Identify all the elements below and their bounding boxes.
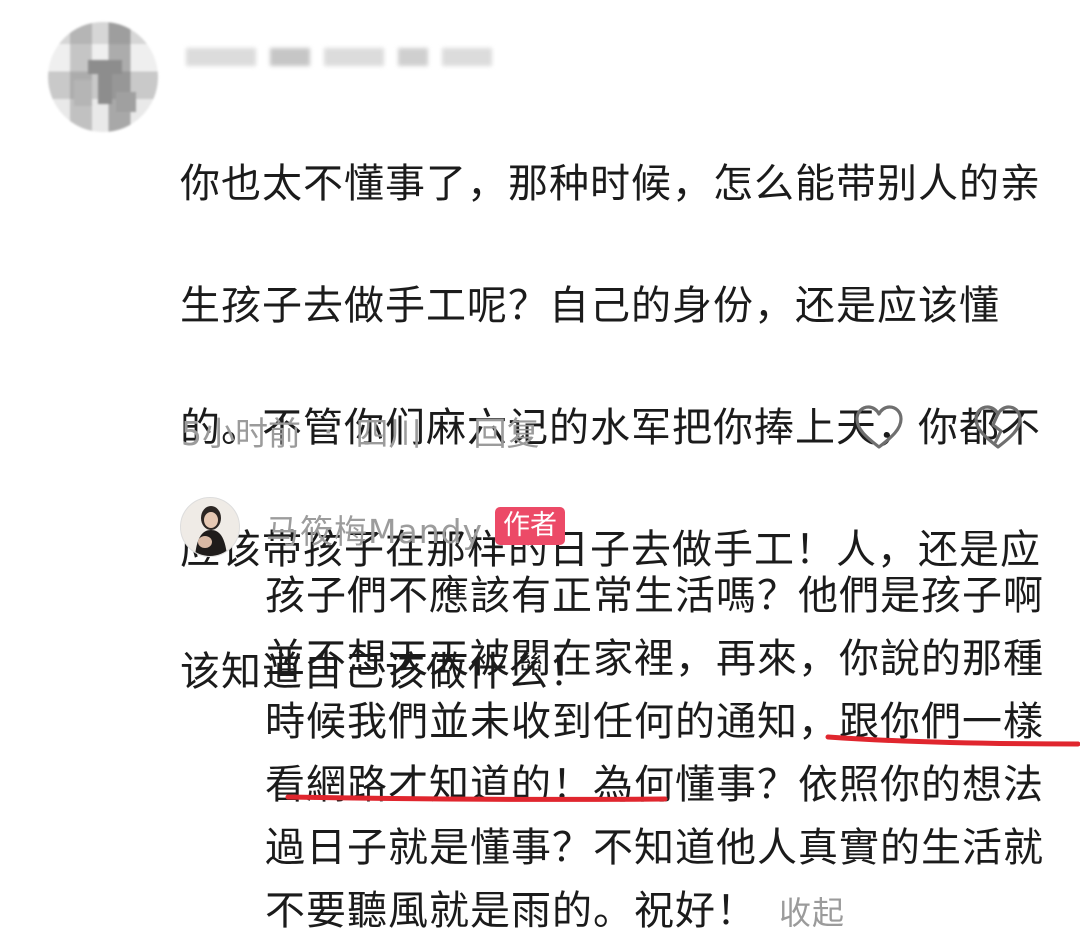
reply-line: 孩子們不應該有正常生活嗎？他們是孩子啊	[265, 573, 1044, 619]
reply-line-last: 不要聽風就是雨的。祝好！ 收起	[265, 880, 1065, 929]
author-avatar[interactable]	[180, 497, 240, 557]
reply-line: 時候我們並未收到任何的通知，跟你們一樣	[265, 699, 1044, 745]
commenter-avatar[interactable]	[48, 22, 158, 132]
author-name[interactable]: 马筱梅Mandy	[266, 505, 483, 553]
reply-line: 並不想天天被關在家裡，再來，你說的那種	[265, 636, 1044, 682]
author-badge: 作者	[495, 507, 565, 545]
comment-line: 你也太不懂事了，那种时候，怎么能带别人的亲	[180, 161, 1041, 207]
comment-time: 5小时前	[181, 414, 301, 453]
broken-heart-icon[interactable]	[973, 403, 1023, 453]
heart-outline-icon[interactable]	[854, 403, 904, 453]
meta-separator: ·	[323, 411, 334, 451]
comment-line: 生孩子去做手工呢？自己的身份，还是应该懂	[180, 283, 1000, 329]
comment-thread: 你也太不懂事了，那种时候，怎么能带别人的亲 生孩子去做手工呢？自己的身份，还是应…	[0, 0, 1080, 929]
reply-line: 不要聽風就是雨的。祝好！	[265, 888, 757, 929]
collapse-button[interactable]: 收起	[779, 894, 845, 929]
reply-line: 看網路才知道的！為何懂事？依照你的想法	[265, 762, 1044, 808]
reply-line: 過日子就是懂事？不知道他人真實的生活就	[265, 825, 1044, 871]
reply-body: 孩子們不應該有正常生活嗎？他們是孩子啊 並不想天天被關在家裡，再來，你說的那種 …	[265, 565, 1065, 929]
comment-meta: 5小时前 · 四川 回复	[181, 408, 540, 454]
commenter-name-blurred	[186, 45, 516, 69]
reply-button[interactable]: 回复	[474, 407, 540, 455]
comment-location: 四川	[355, 414, 422, 453]
